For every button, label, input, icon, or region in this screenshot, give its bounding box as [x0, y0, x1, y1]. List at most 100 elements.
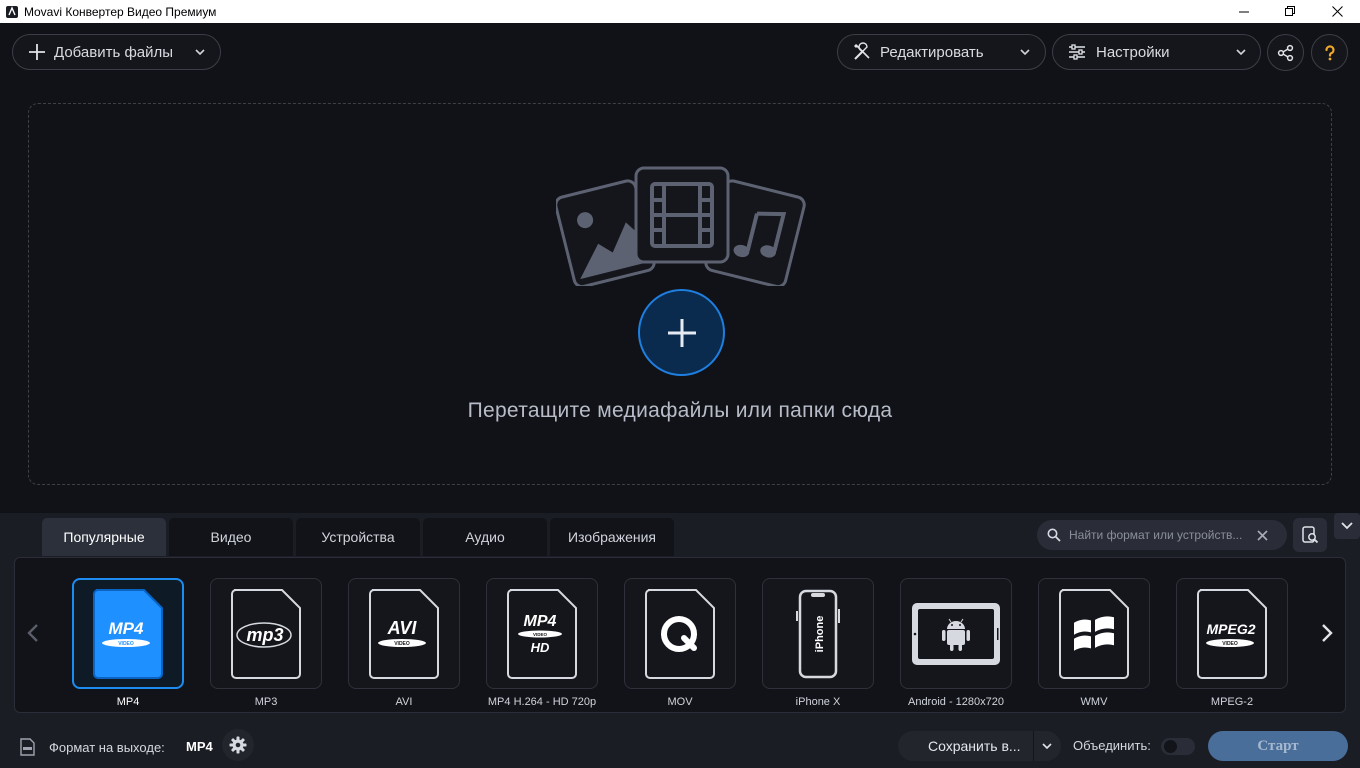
chevron-right-icon [1322, 624, 1333, 642]
chevron-left-icon [27, 624, 38, 642]
maximize-button[interactable] [1267, 0, 1313, 23]
save-to-label: Сохранить в... [928, 738, 1021, 754]
tools-icon [854, 42, 870, 60]
format-label-mpeg2: MPEG-2 [1210, 696, 1254, 708]
chevron-down-icon[interactable] [1042, 743, 1052, 749]
chevron-down-icon [195, 49, 205, 55]
settings-label: Настройки [1096, 43, 1170, 61]
share-icon [1277, 44, 1293, 61]
svg-text:MP4: MP4 [109, 619, 145, 638]
question-icon [1324, 44, 1335, 60]
svg-text:HD: HD [531, 640, 550, 655]
help-button[interactable] [1311, 34, 1348, 71]
share-button[interactable] [1267, 34, 1304, 71]
carousel-prev-button[interactable] [21, 618, 45, 648]
format-tile-mov[interactable] [624, 578, 736, 689]
format-label-mov: MOV [667, 696, 693, 708]
add-files-label: Добавить файлы [54, 43, 174, 61]
svg-text:AVI: AVI [387, 618, 418, 638]
save-to-button[interactable]: Сохранить в... [898, 731, 1061, 761]
svg-text:MP4: MP4 [524, 613, 557, 630]
format-panel: Популярные Видео Устройства Аудио Изобра… [0, 513, 1360, 768]
gear-icon [229, 736, 247, 754]
settings-button[interactable]: Настройки [1052, 34, 1261, 70]
format-label-mp4: MP4 [116, 696, 140, 708]
format-tile-android[interactable] [900, 578, 1012, 689]
search-input[interactable]: Найти формат или устройств... [1069, 528, 1251, 542]
add-media-button[interactable] [638, 289, 725, 376]
drop-hint: Перетащите медиафайлы или папки сюда [467, 399, 893, 422]
plus-icon [667, 318, 696, 347]
format-tile-mp4-hd[interactable]: MP4 VIDEO HD [486, 578, 598, 689]
close-button[interactable] [1314, 0, 1360, 23]
format-label-wmv: WMV [1080, 696, 1108, 708]
save-to-separator [1033, 731, 1034, 761]
search-icon [1047, 528, 1061, 542]
title-bar: Movavi Конвертер Видео Премиум [0, 0, 1360, 23]
svg-text:iPhone: iPhone [814, 615, 826, 652]
tab-audio[interactable]: Аудио [423, 518, 547, 556]
chevron-down-icon [1020, 49, 1030, 55]
tab-images[interactable]: Изображения [550, 518, 674, 556]
svg-text:MPEG2: MPEG2 [1206, 621, 1255, 637]
mp4-icon: MP4 VIDEO [93, 588, 163, 679]
collapse-panel-button[interactable] [1334, 513, 1360, 539]
minimize-button[interactable] [1221, 0, 1267, 23]
start-button[interactable]: Старт [1208, 731, 1348, 761]
svg-text:VIDEO: VIDEO [1222, 641, 1238, 647]
merge-toggle[interactable] [1161, 738, 1195, 755]
mp3-icon: mp3 [231, 588, 301, 679]
format-label-iphone-x: iPhone X [795, 696, 841, 708]
mp4-hd-icon: MP4 VIDEO HD [507, 588, 577, 679]
restore-icon [1284, 6, 1295, 16]
format-label-mp3: MP3 [254, 696, 278, 708]
output-settings-button[interactable] [222, 729, 254, 761]
format-search[interactable]: Найти формат или устройств... [1037, 520, 1287, 550]
carousel-next-button[interactable] [1315, 618, 1339, 648]
merge-toggle-knob [1164, 740, 1177, 753]
format-tile-mp3[interactable]: mp3 [210, 578, 322, 689]
chevron-down-icon [1341, 522, 1353, 530]
close-icon [1331, 6, 1343, 17]
tab-popular[interactable]: Популярные [42, 518, 166, 556]
format-carousel: MP4 VIDEO MP4 mp3 MP3 AVI VIDEO AVI MP4 … [14, 557, 1346, 713]
window-title: Movavi Конвертер Видео Премиум [24, 4, 217, 19]
drop-zone[interactable]: Перетащите медиафайлы или папки сюда [28, 103, 1332, 485]
format-tile-mp4[interactable]: MP4 VIDEO [72, 578, 184, 689]
add-files-button[interactable]: Добавить файлы [12, 34, 221, 70]
svg-text:VIDEO: VIDEO [394, 641, 410, 647]
media-files-illustration [556, 166, 806, 286]
svg-text:VIDEO: VIDEO [533, 632, 548, 637]
windows-icon [1059, 588, 1129, 679]
minimize-icon [1238, 11, 1249, 13]
format-tile-wmv[interactable] [1038, 578, 1150, 689]
output-format-value: MP4 [186, 739, 213, 754]
format-label-mp4-hd: MP4 H.264 - HD 720p [487, 696, 597, 708]
format-tile-iphone-x[interactable]: iPhone [762, 578, 874, 689]
iphone-icon: iPhone [796, 589, 840, 678]
mpeg2-icon: MPEG2 VIDEO [1197, 588, 1267, 679]
android-tablet-icon [912, 602, 1000, 665]
format-tile-mpeg2[interactable]: MPEG2 VIDEO [1176, 578, 1288, 689]
quicktime-icon [645, 588, 715, 679]
app-icon [6, 5, 18, 18]
tab-devices[interactable]: Устройства [296, 518, 420, 556]
svg-text:VIDEO: VIDEO [118, 641, 134, 647]
sliders-icon [1069, 44, 1085, 60]
format-label-avi: AVI [395, 696, 413, 708]
avi-icon: AVI VIDEO [369, 588, 439, 679]
status-bar: Формат на выходе: MP4 Сохранить в... Объ… [0, 718, 1360, 768]
device-detect-button[interactable] [1293, 518, 1327, 552]
edit-label: Редактировать [880, 43, 984, 61]
merge-label: Объединить: [1073, 738, 1151, 753]
plus-icon [29, 44, 45, 60]
clear-search-icon[interactable] [1257, 529, 1268, 541]
output-format-label: Формат на выходе: [49, 740, 165, 755]
format-tile-avi[interactable]: AVI VIDEO [348, 578, 460, 689]
detect-device-icon [1302, 526, 1319, 544]
tab-video[interactable]: Видео [169, 518, 293, 556]
format-label-android: Android - 1280x720 [907, 696, 1004, 708]
edit-button[interactable]: Редактировать [837, 34, 1046, 70]
svg-text:mp3: mp3 [246, 625, 283, 645]
output-format-icon [20, 738, 35, 756]
